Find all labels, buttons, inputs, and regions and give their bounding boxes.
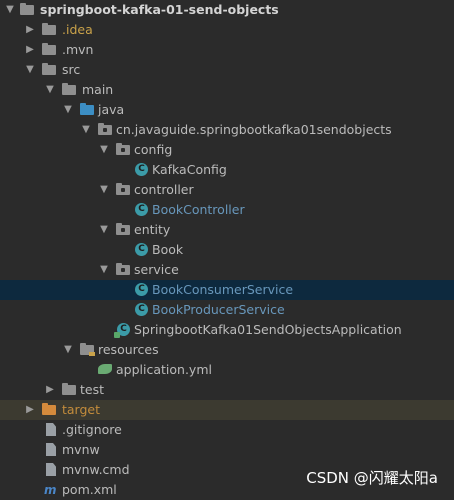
- spring-boot-class-icon: C: [114, 323, 130, 338]
- tree-row-mvn[interactable]: ▶ .mvn: [0, 40, 454, 60]
- source-folder-icon: [80, 103, 94, 115]
- tree-row-service[interactable]: ▼ service: [0, 260, 454, 280]
- class-icon: C: [135, 283, 148, 296]
- class-icon: C: [135, 203, 148, 216]
- chevron-down-icon[interactable]: ▼: [24, 60, 36, 80]
- entity-package-label: entity: [134, 222, 171, 237]
- chevron-down-icon[interactable]: ▼: [98, 260, 110, 280]
- service-package-label: service: [134, 262, 179, 277]
- src-folder-label: src: [62, 62, 81, 77]
- pom-label: pom.xml: [62, 482, 117, 497]
- folder-icon: [20, 3, 34, 15]
- package-icon: [116, 183, 130, 195]
- watermark: CSDN @闪耀太阳a: [306, 469, 438, 487]
- project-root-label: springboot-kafka-01-send-objects: [40, 2, 279, 17]
- folder-icon: [42, 63, 56, 75]
- application-yml-label: application.yml: [116, 362, 212, 377]
- chevron-down-icon[interactable]: ▼: [98, 180, 110, 200]
- mvnw-label: mvnw: [62, 442, 100, 457]
- chevron-down-icon[interactable]: ▼: [62, 100, 74, 120]
- tree-row-application-yml[interactable]: application.yml: [0, 360, 454, 380]
- folder-icon: [62, 83, 76, 95]
- gitignore-label: .gitignore: [62, 422, 122, 437]
- mvn-folder-label: .mvn: [62, 42, 94, 57]
- book-class-label: Book: [152, 242, 184, 257]
- class-icon: C: [135, 243, 148, 256]
- chevron-down-icon[interactable]: ▼: [4, 0, 16, 20]
- tree-row-java[interactable]: ▼ java: [0, 100, 454, 120]
- package-icon: [116, 143, 130, 155]
- controller-package-label: controller: [134, 182, 194, 197]
- spring-leaf-icon: [98, 364, 112, 376]
- tree-row-entity[interactable]: ▼ entity: [0, 220, 454, 240]
- tree-row-book-producer-service[interactable]: C BookProducerService: [0, 300, 454, 320]
- tree-row-src[interactable]: ▼ src: [0, 60, 454, 80]
- tree-row-test[interactable]: ▶ test: [0, 380, 454, 400]
- folder-icon: [62, 383, 76, 395]
- tree-row-target[interactable]: ▶ target: [0, 400, 454, 420]
- tree-row-gitignore[interactable]: .gitignore: [0, 420, 454, 440]
- chevron-right-icon[interactable]: ▶: [24, 400, 36, 420]
- tree-row-idea[interactable]: ▶ .idea: [0, 20, 454, 40]
- tree-row-main[interactable]: ▼ main: [0, 80, 454, 100]
- tree-row-mvnw[interactable]: mvnw: [0, 440, 454, 460]
- chevron-down-icon[interactable]: ▼: [98, 220, 110, 240]
- chevron-down-icon[interactable]: ▼: [98, 140, 110, 160]
- kafka-config-label: KafkaConfig: [152, 162, 227, 177]
- project-tree: ▼ springboot-kafka-01-send-objects ▶ .id…: [0, 0, 454, 500]
- test-folder-label: test: [80, 382, 105, 397]
- tree-row-controller[interactable]: ▼ controller: [0, 180, 454, 200]
- tree-row-application-class[interactable]: C SpringbootKafka01SendObjectsApplicatio…: [0, 320, 454, 340]
- excluded-folder-icon: [42, 403, 56, 415]
- tree-row-project-root[interactable]: ▼ springboot-kafka-01-send-objects: [0, 0, 454, 20]
- chevron-down-icon[interactable]: ▼: [44, 80, 56, 100]
- config-package-label: config: [134, 142, 173, 157]
- tree-row-book-consumer-service[interactable]: C BookConsumerService: [0, 280, 454, 300]
- java-folder-label: java: [98, 102, 125, 117]
- tree-row-config[interactable]: ▼ config: [0, 140, 454, 160]
- tree-row-book-controller[interactable]: C BookController: [0, 200, 454, 220]
- chevron-down-icon[interactable]: ▼: [62, 340, 74, 360]
- maven-icon: m: [44, 483, 57, 497]
- folder-icon: [42, 23, 56, 35]
- resources-folder-label: resources: [98, 342, 159, 357]
- tree-row-book[interactable]: C Book: [0, 240, 454, 260]
- package-icon: [116, 263, 130, 275]
- file-icon: [46, 443, 56, 456]
- file-icon: [46, 463, 56, 476]
- target-folder-label: target: [62, 402, 101, 417]
- chevron-right-icon[interactable]: ▶: [44, 380, 56, 400]
- resources-folder-icon: [80, 343, 95, 356]
- idea-folder-label: .idea: [62, 22, 93, 37]
- application-class-label: SpringbootKafka01SendObjectsApplication: [134, 322, 402, 337]
- package-icon: [116, 223, 130, 235]
- class-icon: C: [135, 163, 148, 176]
- tree-row-package[interactable]: ▼ cn.javaguide.springbootkafka01sendobje…: [0, 120, 454, 140]
- folder-icon: [42, 43, 56, 55]
- chevron-right-icon[interactable]: ▶: [24, 20, 36, 40]
- package-label: cn.javaguide.springbootkafka01sendobject…: [116, 122, 392, 137]
- book-consumer-service-label: BookConsumerService: [152, 282, 294, 297]
- class-icon: C: [135, 303, 148, 316]
- mvnw-cmd-label: mvnw.cmd: [62, 462, 130, 477]
- book-controller-label: BookController: [152, 202, 245, 217]
- book-producer-service-label: BookProducerService: [152, 302, 285, 317]
- package-icon: [98, 123, 112, 135]
- chevron-right-icon[interactable]: ▶: [24, 40, 36, 60]
- tree-row-resources[interactable]: ▼ resources: [0, 340, 454, 360]
- main-folder-label: main: [82, 82, 114, 97]
- tree-row-kafka-config[interactable]: C KafkaConfig: [0, 160, 454, 180]
- chevron-down-icon[interactable]: ▼: [80, 120, 92, 140]
- gitignore-file-icon: [46, 423, 56, 436]
